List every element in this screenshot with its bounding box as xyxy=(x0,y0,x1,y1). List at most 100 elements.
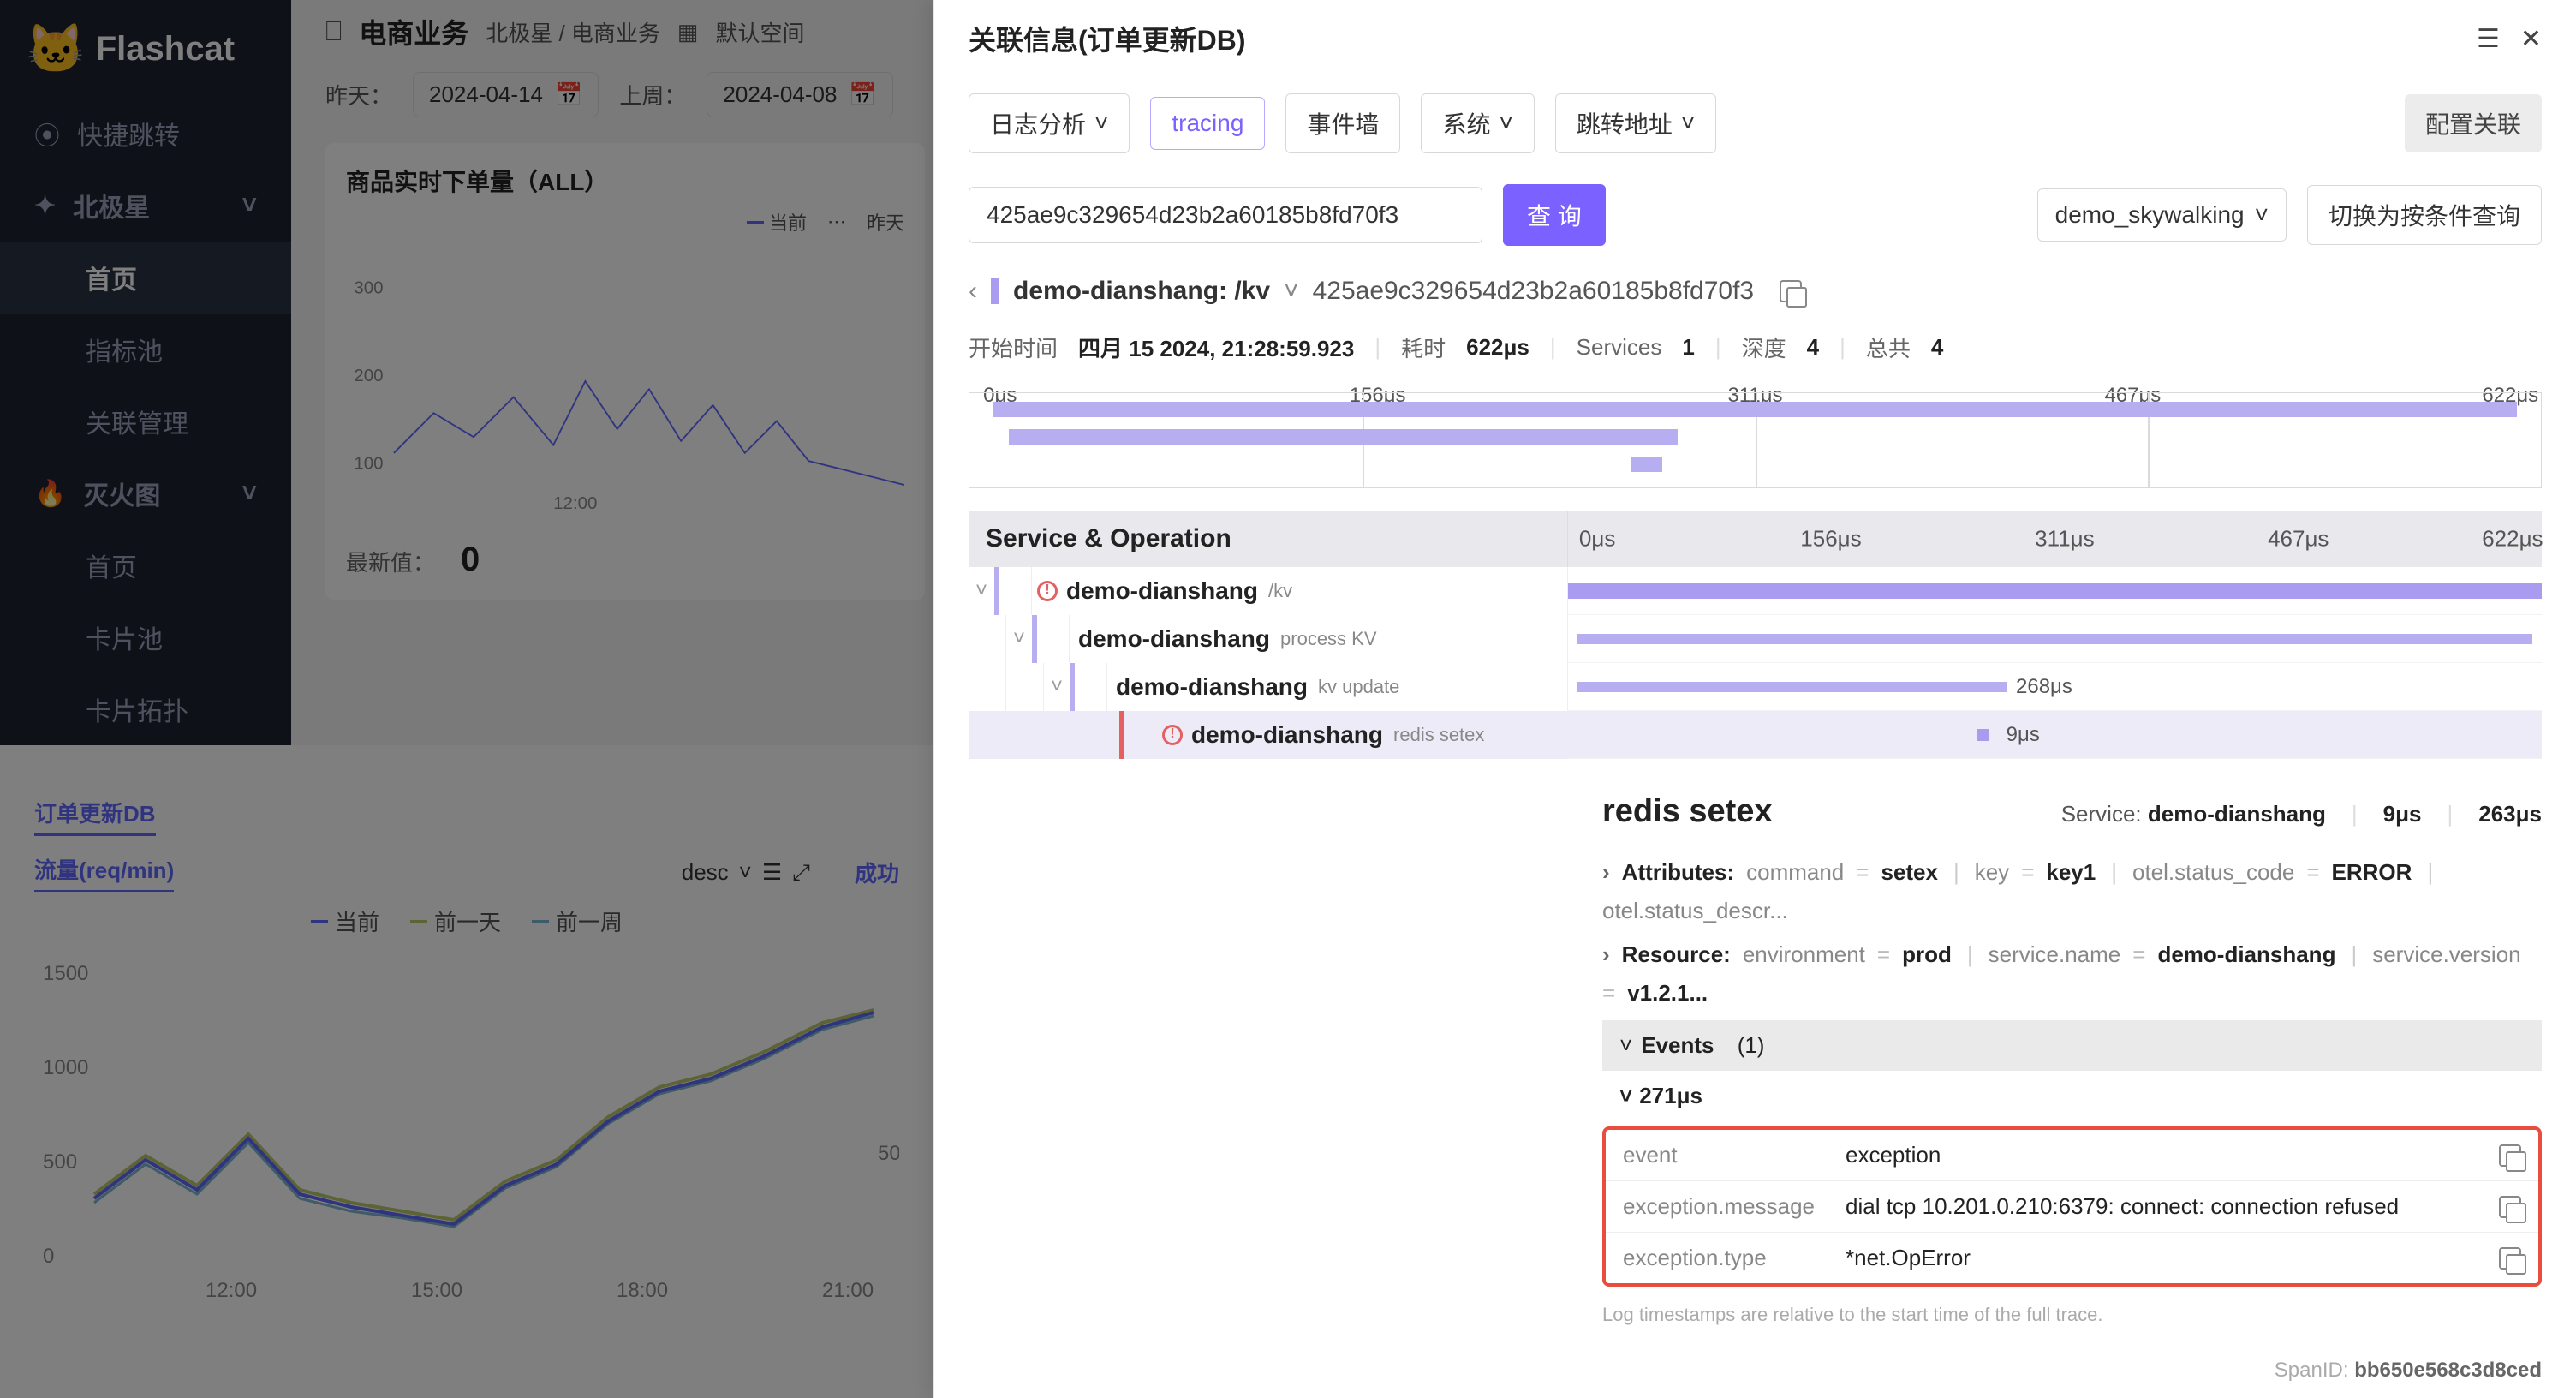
chevron-down-icon: ˅ xyxy=(1094,110,1108,137)
panel-title: 关联信息(订单更新DB) xyxy=(969,19,1246,58)
stat-latest-value: 0 xyxy=(461,541,480,579)
stat-latest-label: 最新值： xyxy=(346,546,435,577)
chevron-down-icon: ˅ xyxy=(2255,201,2269,229)
footnote: Log timestamps are relative to the start… xyxy=(1602,1287,2542,1343)
span-grid-header: Service & Operation 0μs 156μs 311μs 467μ… xyxy=(969,511,2542,567)
orders-chart: 300 200 100 12:00 xyxy=(346,236,904,527)
copy-icon[interactable] xyxy=(2499,1196,2521,1218)
chevron-down-icon: ˅ xyxy=(1619,1032,1632,1059)
span-rows: ˅ demo-dianshang /kv ˅ demo-dianshang pr… xyxy=(969,567,2542,759)
chevron-down-icon[interactable]: ˅ xyxy=(1284,277,1299,306)
svg-text:0: 0 xyxy=(43,1245,54,1268)
span-row-selected[interactable]: demo-dianshang redis setex 9μs xyxy=(969,711,2542,759)
sidebar-item-relation[interactable]: 关联管理 xyxy=(0,385,291,457)
span-service: demo-dianshang xyxy=(1107,673,1308,701)
section-title: 订单更新DB xyxy=(34,797,156,836)
filter-icon[interactable]: ☰ xyxy=(762,859,782,886)
chevron-left-icon[interactable]: ‹ xyxy=(969,277,977,306)
tab-log[interactable]: 日志分析˅ xyxy=(969,93,1130,153)
sidebar-item-card-pool[interactable]: 卡片池 xyxy=(0,601,291,673)
nav-group-label: 灭火图 xyxy=(83,475,160,512)
fire-icon: 🔥 xyxy=(34,479,66,509)
search-button[interactable]: 查 询 xyxy=(1503,184,1606,246)
switch-query-button[interactable]: 切换为按条件查询 xyxy=(2307,185,2542,245)
nav-group-fire[interactable]: 🔥 灭火图 ˅ xyxy=(0,457,291,529)
events-header[interactable]: ˅ Events (1) xyxy=(1602,1020,2542,1071)
span-row[interactable]: ˅ demo-dianshang process KV xyxy=(969,615,2542,663)
quick-jump[interactable]: ⦿ 快捷跳转 xyxy=(0,98,291,170)
chevron-down-icon[interactable]: ˅ xyxy=(1044,675,1070,699)
breadcrumb: 北极星 / 电商业务 xyxy=(486,16,660,48)
svg-text:1000: 1000 xyxy=(43,1056,88,1079)
date-lastweek[interactable]: 2024-04-08📅 xyxy=(707,72,892,117)
metric-tab[interactable]: 流量(req/min) xyxy=(34,853,174,892)
minimap-axis: 0μs 156μs 311μs 467μs 622μs xyxy=(969,384,2542,387)
chevron-right-icon: › xyxy=(1602,941,1610,968)
span-service: demo-dianshang xyxy=(1183,721,1383,749)
layout-icon[interactable]: ☰ xyxy=(2477,24,2500,54)
span-operation: kv update xyxy=(1308,676,1399,698)
svg-text:100: 100 xyxy=(354,453,383,473)
trace-id-input[interactable] xyxy=(969,187,1482,243)
trace-minimap[interactable] xyxy=(969,392,2542,488)
configure-relation-button[interactable]: 配置关联 xyxy=(2405,94,2542,152)
yesterday-label: 昨天： xyxy=(325,79,392,111)
resource-row[interactable]: › Resource: environment=prod| service.na… xyxy=(1602,933,2542,1015)
span-operation: redis setex xyxy=(1383,724,1484,746)
attributes-row[interactable]: › Attributes: command=setex| key=key1| o… xyxy=(1602,851,2542,933)
error-icon xyxy=(1037,581,1058,601)
expand-icon[interactable]: ⤢ xyxy=(792,859,810,887)
date-yesterday[interactable]: 2024-04-14📅 xyxy=(413,72,599,117)
legend-yesterday: 昨天 xyxy=(867,208,904,236)
event-row: event exception xyxy=(1606,1130,2538,1181)
event-time[interactable]: ˅ 271μs xyxy=(1602,1071,2542,1121)
copy-icon[interactable] xyxy=(1780,280,1802,302)
events-table: event exception exception.message dial t… xyxy=(1602,1126,2542,1287)
chevron-down-icon[interactable]: ˅ xyxy=(1006,627,1032,651)
lastweek-label: 上周： xyxy=(619,79,686,111)
copy-icon[interactable] xyxy=(2499,1247,2521,1270)
tab-jump[interactable]: 跳转地址˅ xyxy=(1555,93,1716,153)
tab-tracing[interactable]: tracing xyxy=(1150,97,1265,150)
nav-group-label: 北极星 xyxy=(73,187,150,224)
span-row[interactable]: ˅ demo-dianshang /kv xyxy=(969,567,2542,615)
sidebar-item-label: 首页 xyxy=(86,547,137,584)
error-icon xyxy=(1162,725,1183,745)
span-detail: redis setex Service: demo-dianshang |9μs… xyxy=(969,793,2542,1343)
app-name: Flashcat xyxy=(96,30,235,69)
sidebar-item-label: 首页 xyxy=(86,259,137,296)
bottom-section: 订单更新DB 流量(req/min) desc ˅ ☰ ⤢ 成功 当前 前一天 … xyxy=(0,745,933,1398)
sidebar-item-label: 卡片池 xyxy=(86,618,163,656)
metric-success[interactable]: 成功 xyxy=(855,857,899,888)
grid-icon: ▦ xyxy=(677,19,699,45)
copy-icon[interactable] xyxy=(2499,1144,2521,1167)
svg-text:12:00: 12:00 xyxy=(553,493,597,513)
chevron-down-icon: ˅ xyxy=(1681,110,1695,137)
sidebar-item-metric-pool[interactable]: 指标池 xyxy=(0,314,291,385)
calendar-icon: 📅 xyxy=(849,81,876,108)
sidebar-item-card-topo[interactable]: 卡片拓扑 xyxy=(0,673,291,745)
tab-system[interactable]: 系统˅ xyxy=(1421,93,1534,153)
space-label[interactable]: 默认空间 xyxy=(716,16,805,48)
sort-select[interactable]: desc xyxy=(682,859,729,886)
logo: 🐱 Flashcat xyxy=(0,0,291,98)
trace-id: 425ae9c329654d23b2a60185b8fd70f3 xyxy=(1313,277,1755,306)
tabs-row: 日志分析˅ tracing 事件墙 系统˅ 跳转地址˅ 配置关联 xyxy=(934,78,2576,169)
sidebar-item-home[interactable]: 首页 xyxy=(0,242,291,314)
tab-events[interactable]: 事件墙 xyxy=(1285,93,1400,153)
chevron-down-icon: ˅ xyxy=(1499,110,1512,137)
sidebar-item-fire-home[interactable]: 首页 xyxy=(0,529,291,601)
app-square-icon: ⎕ xyxy=(325,15,342,48)
quick-jump-label: 快捷跳转 xyxy=(77,115,180,152)
close-icon[interactable]: ✕ xyxy=(2520,24,2542,54)
calendar-icon: 📅 xyxy=(555,81,582,108)
svg-text:18:00: 18:00 xyxy=(617,1279,668,1302)
sidebar-item-label: 卡片拓扑 xyxy=(86,690,188,728)
nav-group-polaris[interactable]: ✦ 北极星 ˅ xyxy=(0,170,291,242)
span-service: demo-dianshang xyxy=(1058,577,1258,605)
chevron-down-icon[interactable]: ˅ xyxy=(969,579,994,603)
span-operation: process KV xyxy=(1270,628,1377,650)
span-row[interactable]: ˅ demo-dianshang kv update 268μs xyxy=(969,663,2542,711)
datasource-select[interactable]: demo_skywalking˅ xyxy=(2037,188,2287,242)
chevron-down-icon: ˅ xyxy=(242,191,257,220)
